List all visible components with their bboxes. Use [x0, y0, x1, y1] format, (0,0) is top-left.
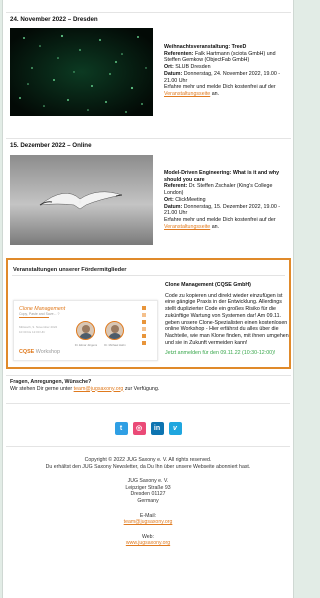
clone-management-banner[interactable]: Clone Management Copy, Paste and Save...… [13, 300, 158, 361]
event-details: Weihnachtsveranstaltung: TreeD Referente… [164, 44, 292, 98]
web-label: Web: [141, 533, 154, 540]
square-decoration [142, 334, 146, 338]
event-cta-text: Erfahre mehr und melde Dich kostenfrei a… [164, 84, 276, 91]
event-heading: 15. Dezember 2022 – Online [6, 138, 291, 150]
copyright-text: Copyright © 2022 JUG Saxony e. V. All ri… [84, 457, 212, 463]
footer-email-link[interactable]: team@jugsaxony.org [124, 519, 173, 525]
square-decoration [142, 327, 146, 331]
banner-subtitle: Copy, Paste and Save... ? [19, 312, 60, 316]
event-date: Donnerstag, 15. Dezember 2022, 19.00 - 2… [164, 203, 281, 217]
member-event-description: Code zu kopieren und direkt wieder einzu… [165, 292, 289, 346]
logo-main: CQSE [19, 349, 35, 355]
speaker-label: Referent: [164, 183, 188, 190]
org-country: Germany [137, 497, 159, 504]
banner-time: 10:30 bis 12:00 Uhr [19, 330, 46, 334]
event-heading: 24. November 2022 – Dresden [6, 12, 291, 24]
divider [6, 446, 290, 447]
event-page-link[interactable]: Veranstaltungsseite [164, 224, 210, 230]
member-event-register-link[interactable]: Jetzt anmelden für den 09.11.22 (10:30-1… [165, 350, 290, 357]
member-event-details: Clone Management (CQSE GmbH) Code zu kop… [165, 282, 290, 357]
footer-web-link[interactable]: www.jugsaxony.org [126, 540, 170, 546]
social-links: t ◎ in v [3, 422, 293, 435]
place-label: Ort: [164, 196, 174, 203]
event-details: Model-Driven Engineering: What is it and… [164, 170, 292, 230]
subscription-reason: Du erhältst den JUG Saxony Newsletter, d… [45, 463, 251, 470]
speaker-label: Referenten: [164, 50, 194, 57]
event-place: ClickMeeting [175, 196, 206, 203]
divider [6, 403, 290, 404]
event-cta-text: Erfahre mehr und melde Dich kostenfrei a… [164, 216, 276, 223]
divider [12, 275, 285, 276]
date-label: Datum: [164, 70, 183, 77]
banner-rule [19, 317, 49, 318]
cqse-logo: CQSE Workshop [19, 349, 60, 355]
event-page-link[interactable]: Veranstaltungsseite [164, 91, 210, 97]
email-label: E-Mail: [139, 512, 157, 519]
questions-section: Fragen, Anregungen, Wünsche? Wir stehen … [6, 375, 291, 392]
event-cta-end: an. [211, 90, 220, 97]
member-events-section: Veranstaltungen unserer Fördermitglieder… [6, 258, 291, 369]
org-street: Leipziger Straße 93 [125, 484, 171, 491]
questions-text: Wir stehen Dir gerne unter [10, 385, 73, 392]
event-title: Weihnachtsveranstaltung: TreeD [164, 44, 247, 50]
footer: Copyright © 2022 JUG Saxony e. V. All ri… [3, 457, 293, 547]
speaker-photo [76, 321, 95, 340]
event-title: Model-Driven Engineering: What is it and… [164, 170, 280, 183]
place-label: Ort: [164, 64, 174, 71]
banner-date: Mittwoch, 9. November 2022 [19, 325, 58, 329]
square-decoration [142, 320, 146, 324]
event-place: SLUB Dresden [175, 64, 211, 71]
member-events-title: Veranstaltungen unserer Fördermitglieder [13, 267, 127, 273]
vimeo-icon[interactable]: v [168, 422, 182, 435]
decorative-squares [140, 304, 148, 348]
questions-heading: Fragen, Anregungen, Wünsche? [10, 379, 92, 385]
org-name: JUG Saxony e. V. [127, 478, 169, 485]
org-city: Dresden 01127 [130, 491, 166, 498]
questions-text-end: zur Verfügung. [124, 385, 160, 392]
page-bottom [3, 590, 293, 598]
event-cta-end: an. [211, 223, 220, 230]
event-image-seagull[interactable] [10, 155, 153, 245]
newsletter-page: 24. November 2022 – Dresden Weihnachtsve… [2, 0, 294, 598]
event-date: Donnerstag, 24. November 2022, 19.00 - 2… [164, 70, 281, 84]
speaker-name: Dr. Michael Hahn [104, 343, 126, 347]
date-label: Datum: [164, 203, 183, 210]
instagram-icon[interactable]: ◎ [132, 422, 146, 435]
event-image-christmas-lights[interactable] [10, 28, 153, 116]
member-event-name: Clone Management (CQSE GmbH) [165, 282, 251, 288]
square-decoration [142, 313, 146, 317]
square-decoration [142, 341, 146, 345]
square-decoration [142, 306, 146, 310]
logo-sub: Workshop [34, 349, 60, 355]
linkedin-icon[interactable]: in [150, 422, 164, 435]
twitter-icon[interactable]: t [114, 422, 128, 435]
speaker-name: Dr. Elmar Jürgens [74, 343, 98, 347]
contact-email-link[interactable]: team@jugsaxony.org [74, 386, 124, 392]
speaker-photo [105, 321, 124, 340]
